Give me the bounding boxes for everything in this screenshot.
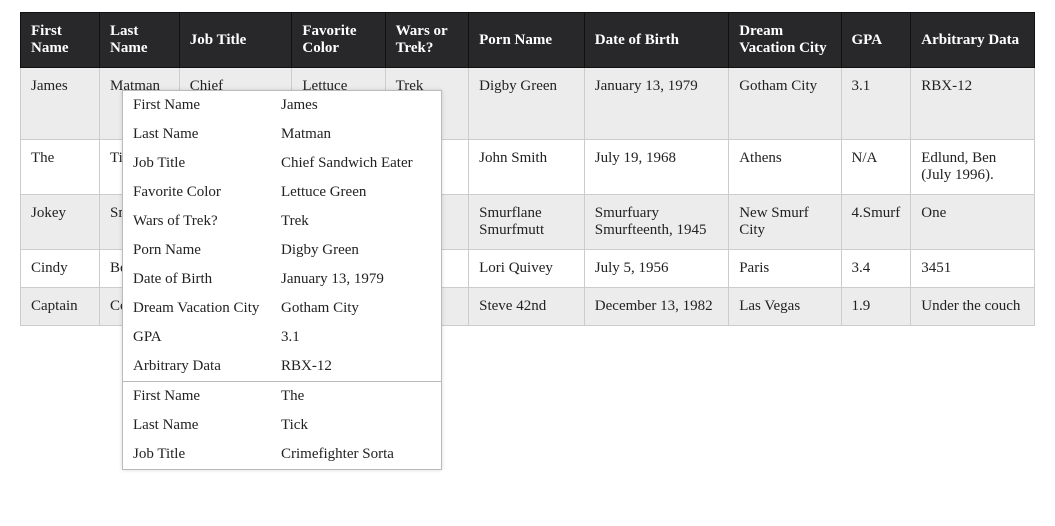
col-porn-name[interactable]: Porn Name [469,13,585,68]
detail-row: First NameThe [123,382,441,411]
cell: Digby Green [469,68,585,140]
col-first-name[interactable]: First Name [21,13,100,68]
cell: Smurflane Smurfmutt [469,195,585,250]
cell: Cindy [21,250,100,288]
cell: 3.1 [841,68,911,140]
cell: December 13, 1982 [584,288,728,326]
detail-value: January 13, 1979 [281,271,431,288]
detail-value: Gotham City [281,300,431,317]
detail-row: Favorite ColorLettuce Green [123,178,441,207]
detail-key: GPA [133,329,281,346]
detail-key: Dream Vacation City [133,300,281,317]
col-last-name[interactable]: Last Name [100,13,180,68]
detail-value: James [281,97,431,114]
col-arbitrary-data[interactable]: Arbitrary Data [911,13,1035,68]
cell: 3.4 [841,250,911,288]
detail-value: Crimefighter Sorta [281,446,431,463]
col-gpa[interactable]: GPA [841,13,911,68]
detail-key: First Name [133,97,281,114]
detail-row: Date of BirthJanuary 13, 1979 [123,265,441,294]
cell: Paris [729,250,841,288]
detail-value: Chief Sandwich Eater [281,155,431,172]
detail-key: Arbitrary Data [133,358,281,375]
detail-row: Job TitleChief Sandwich Eater [123,149,441,178]
detail-popup[interactable]: First NameJames Last NameMatman Job Titl… [122,90,442,470]
detail-value: Matman [281,126,431,143]
detail-key: First Name [133,388,281,405]
detail-row: First NameJames [123,91,441,120]
detail-row: Wars of Trek?Trek [123,207,441,236]
cell: Lori Quivey [469,250,585,288]
detail-value: 3.1 [281,329,431,346]
detail-value: Trek [281,213,431,230]
cell: July 19, 1968 [584,140,728,195]
detail-row: Last NameTick [123,411,441,440]
cell: RBX-12 [911,68,1035,140]
detail-value: Digby Green [281,242,431,259]
detail-row: GPA3.1 [123,323,441,352]
detail-value: Tick [281,417,431,434]
col-favorite-color[interactable]: Favorite Color [292,13,385,68]
detail-group: First NameThe Last NameTick Job TitleCri… [123,382,441,469]
detail-value: Lettuce Green [281,184,431,201]
cell: One [911,195,1035,250]
detail-row: Last NameMatman [123,120,441,149]
cell: 1.9 [841,288,911,326]
detail-row: Dream Vacation CityGotham City [123,294,441,323]
cell: Steve 42nd [469,288,585,326]
cell: 3451 [911,250,1035,288]
table-header-row: First Name Last Name Job Title Favorite … [21,13,1035,68]
detail-key: Date of Birth [133,271,281,288]
cell: 4.Smurf [841,195,911,250]
detail-key: Job Title [133,446,281,463]
cell: Las Vegas [729,288,841,326]
detail-key: Last Name [133,417,281,434]
cell: Edlund, Ben (July 1996). [911,140,1035,195]
cell: New Smurf City [729,195,841,250]
detail-key: Wars of Trek? [133,213,281,230]
detail-key: Job Title [133,155,281,172]
cell: N/A [841,140,911,195]
detail-group: First NameJames Last NameMatman Job Titl… [123,91,441,382]
detail-value: The [281,388,431,405]
cell: The [21,140,100,195]
detail-key: Last Name [133,126,281,143]
cell: Jokey [21,195,100,250]
cell: Under the couch [911,288,1035,326]
detail-row: Porn NameDigby Green [123,236,441,265]
cell: July 5, 1956 [584,250,728,288]
detail-value: RBX-12 [281,358,431,375]
cell: John Smith [469,140,585,195]
col-wars-or-trek[interactable]: Wars or Trek? [385,13,469,68]
cell: January 13, 1979 [584,68,728,140]
cell: Gotham City [729,68,841,140]
col-dream-vacation-city[interactable]: Dream Vacation City [729,13,841,68]
col-job-title[interactable]: Job Title [179,13,292,68]
cell: Captain [21,288,100,326]
detail-key: Favorite Color [133,184,281,201]
cell: Athens [729,140,841,195]
cell: James [21,68,100,140]
col-date-of-birth[interactable]: Date of Birth [584,13,728,68]
detail-row: Job TitleCrimefighter Sorta [123,440,441,469]
detail-key: Porn Name [133,242,281,259]
cell: Smurfuary Smurfteenth, 1945 [584,195,728,250]
detail-row: Arbitrary DataRBX-12 [123,352,441,381]
